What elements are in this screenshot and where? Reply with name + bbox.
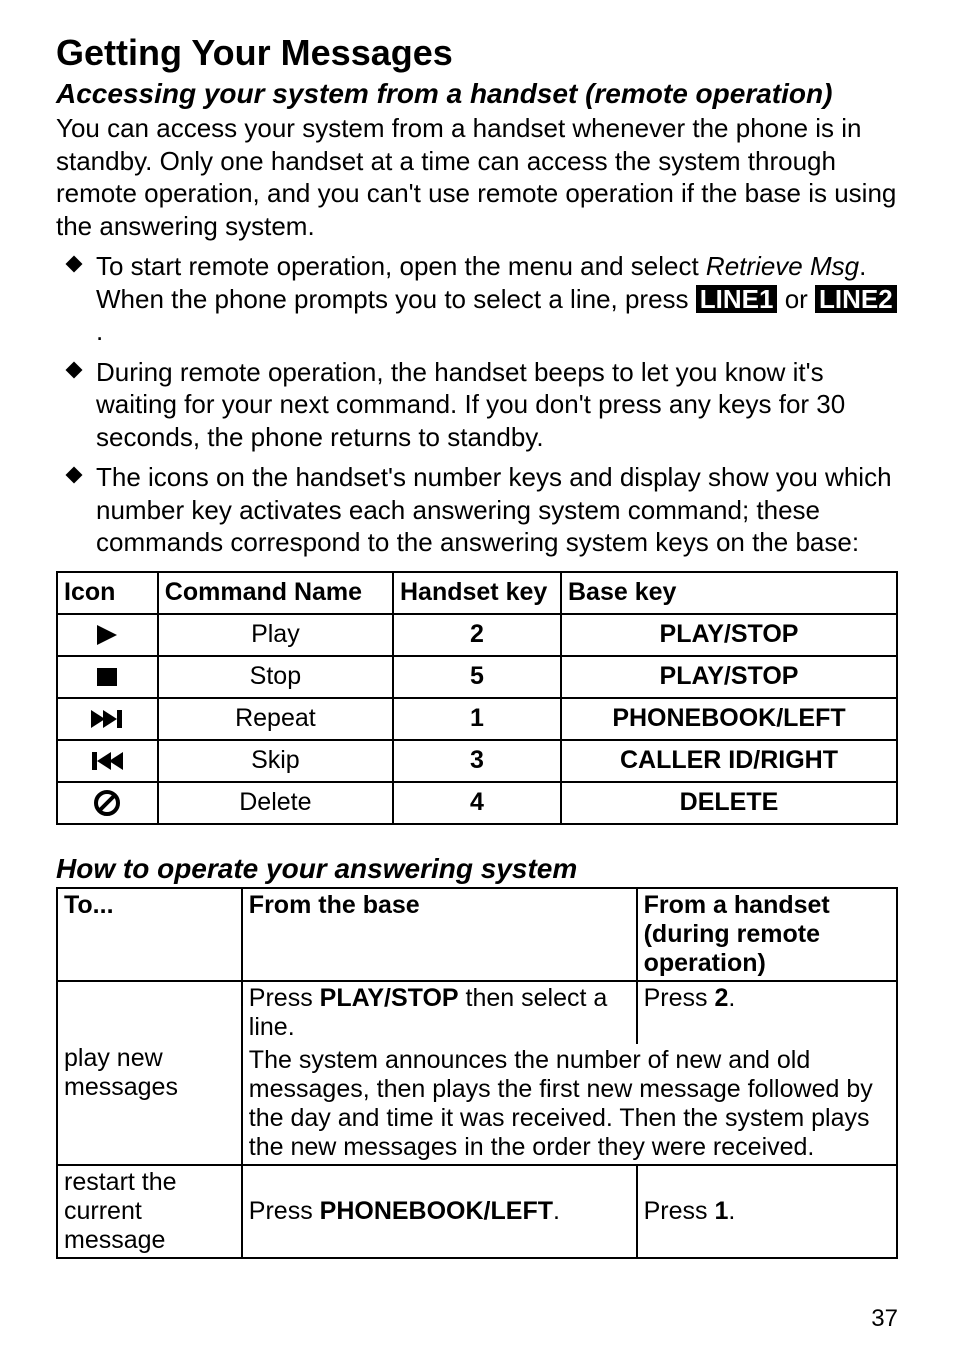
stop-icon xyxy=(57,656,158,698)
table-row: Stop 5 PLAY/STOP xyxy=(57,656,897,698)
handset-play-pre: Press xyxy=(644,984,715,1012)
bkey-skip: CALLER ID/RIGHT xyxy=(561,740,897,782)
cmd-skip: Skip xyxy=(158,740,393,782)
remote-operation-bullets: To start remote operation, open the menu… xyxy=(56,250,898,559)
diamond-icon xyxy=(66,361,83,378)
to-play-new: play new messages xyxy=(57,981,242,1165)
bullet-2: During remote operation, the handset bee… xyxy=(56,356,898,454)
hkey-skip: 3 xyxy=(393,740,561,782)
cmd-delete: Delete xyxy=(158,782,393,824)
bullet-2-text: During remote operation, the handset bee… xyxy=(96,357,845,452)
bullet-1-or: or xyxy=(777,284,815,314)
cmd-repeat: Repeat xyxy=(158,698,393,740)
table-header-row: To... From the base From a handset (duri… xyxy=(57,888,897,981)
play-icon xyxy=(57,614,158,656)
handset-restart-pre: Press xyxy=(644,1197,715,1225)
bullet-1-italic: Retrieve Msg xyxy=(706,251,859,281)
th-to: To... xyxy=(57,888,242,981)
handset-play-new: Press 2. xyxy=(637,981,897,1044)
table-header-row: Icon Command Name Handset key Base key xyxy=(57,572,897,614)
cmd-play: Play xyxy=(158,614,393,656)
to-restart: restart the current message xyxy=(57,1165,242,1258)
th-command: Command Name xyxy=(158,572,393,614)
table-row: Delete 4 DELETE xyxy=(57,782,897,824)
table-row: Play 2 PLAY/STOP xyxy=(57,614,897,656)
hkey-stop: 5 xyxy=(393,656,561,698)
th-handset: From a handset (during remote operation) xyxy=(637,888,897,981)
line1-label: LINE1 xyxy=(696,285,778,314)
handset-restart-post: . xyxy=(728,1197,735,1225)
handset-restart: Press 1. xyxy=(637,1165,897,1258)
base-play-pre: Press xyxy=(249,984,320,1012)
section-accessing-title: Accessing your system from a handset (re… xyxy=(56,78,898,110)
table-row: play new messages Press PLAY/STOP then s… xyxy=(57,981,897,1044)
bullet-3-text: The icons on the handset's number keys a… xyxy=(96,462,892,557)
play-new-shared-text: The system announces the number of new a… xyxy=(242,1044,897,1165)
th-handset-key: Handset key xyxy=(393,572,561,614)
base-play-new: Press PLAY/STOP then select a line. xyxy=(242,981,637,1044)
base-restart-post: . xyxy=(553,1197,560,1225)
th-icon: Icon xyxy=(57,572,158,614)
operate-table: To... From the base From a handset (duri… xyxy=(56,887,898,1259)
hkey-play: 2 xyxy=(393,614,561,656)
bkey-stop: PLAY/STOP xyxy=(561,656,897,698)
th-base: From the base xyxy=(242,888,637,981)
base-restart-key: PHONEBOOK/LEFT xyxy=(320,1197,553,1225)
skip-back-icon xyxy=(57,740,158,782)
bullet-3: The icons on the handset's number keys a… xyxy=(56,461,898,559)
bkey-play: PLAY/STOP xyxy=(561,614,897,656)
bullet-1-text-pre: To start remote operation, open the menu… xyxy=(96,251,706,281)
table-row: Repeat 1 PHONEBOOK/LEFT xyxy=(57,698,897,740)
base-play-key: PLAY/STOP xyxy=(320,984,459,1012)
section-accessing-intro: You can access your system from a handse… xyxy=(56,112,898,242)
th-base-key: Base key xyxy=(561,572,897,614)
hkey-repeat: 1 xyxy=(393,698,561,740)
bullet-1: To start remote operation, open the menu… xyxy=(56,250,898,348)
table-row: restart the current message Press PHONEB… xyxy=(57,1165,897,1258)
bkey-repeat: PHONEBOOK/LEFT xyxy=(561,698,897,740)
line2-label: LINE2 xyxy=(815,285,897,314)
handset-restart-key: 1 xyxy=(714,1197,728,1225)
diamond-icon xyxy=(66,256,83,273)
page: Getting Your Messages Accessing your sys… xyxy=(0,0,954,1357)
cmd-stop: Stop xyxy=(158,656,393,698)
bkey-delete: DELETE xyxy=(561,782,897,824)
bullet-1-end: . xyxy=(96,316,103,346)
diamond-icon xyxy=(66,467,83,484)
section-operate-title: How to operate your answering system xyxy=(56,853,898,885)
page-title: Getting Your Messages xyxy=(56,32,898,74)
table-row: Skip 3 CALLER ID/RIGHT xyxy=(57,740,897,782)
handset-play-key: 2 xyxy=(714,984,728,1012)
commands-table: Icon Command Name Handset key Base key P… xyxy=(56,571,898,825)
page-number: 37 xyxy=(871,1305,898,1333)
no-circle-icon xyxy=(57,782,158,824)
base-restart: Press PHONEBOOK/LEFT. xyxy=(242,1165,637,1258)
hkey-delete: 4 xyxy=(393,782,561,824)
handset-play-post: . xyxy=(728,984,735,1012)
base-restart-pre: Press xyxy=(249,1197,320,1225)
skip-forward-icon xyxy=(57,698,158,740)
